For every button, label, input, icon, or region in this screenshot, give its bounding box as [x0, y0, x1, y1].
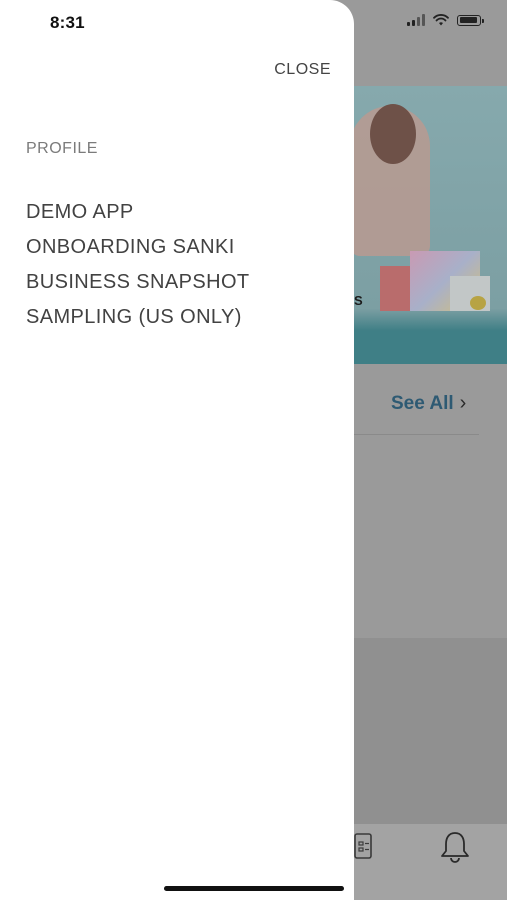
profile-link[interactable]: PROFILE [26, 140, 98, 158]
drawer-menu: DEMO APP ONBOARDING SANKI BUSINESS SNAPS… [26, 200, 250, 340]
clipboard-icon[interactable] [354, 830, 372, 860]
banner-photo-head [370, 104, 416, 164]
battery-icon [457, 14, 484, 26]
promo-banner[interactable] [340, 86, 507, 364]
home-indicator[interactable] [164, 886, 344, 891]
divider [354, 434, 479, 435]
status-time: 8:31 [50, 13, 85, 32]
wifi-icon [433, 14, 449, 26]
side-drawer: 8:31 CLOSE PROFILE DEMO APP ONBOARDING S… [0, 0, 354, 900]
cellular-signal-icon [407, 14, 425, 26]
menu-item-demo-app[interactable]: DEMO APP [26, 200, 250, 235]
bell-icon[interactable] [438, 830, 472, 864]
chevron-right-icon: › [459, 392, 467, 414]
banner-photo-products [380, 246, 507, 321]
menu-item-sampling-us-only[interactable]: SAMPLING (US ONLY) [26, 305, 250, 340]
menu-item-business-snapshot[interactable]: BUSINESS SNAPSHOT [26, 270, 250, 305]
see-all-link[interactable]: See All › [391, 392, 466, 415]
see-all-label: See All [391, 392, 454, 414]
content-placeholder [354, 638, 507, 824]
banner-text-fragment: S [354, 293, 363, 308]
close-button[interactable]: CLOSE [274, 61, 331, 79]
tab-bar [354, 824, 507, 900]
menu-item-onboarding-sanki[interactable]: ONBOARDING SANKI [26, 235, 250, 270]
